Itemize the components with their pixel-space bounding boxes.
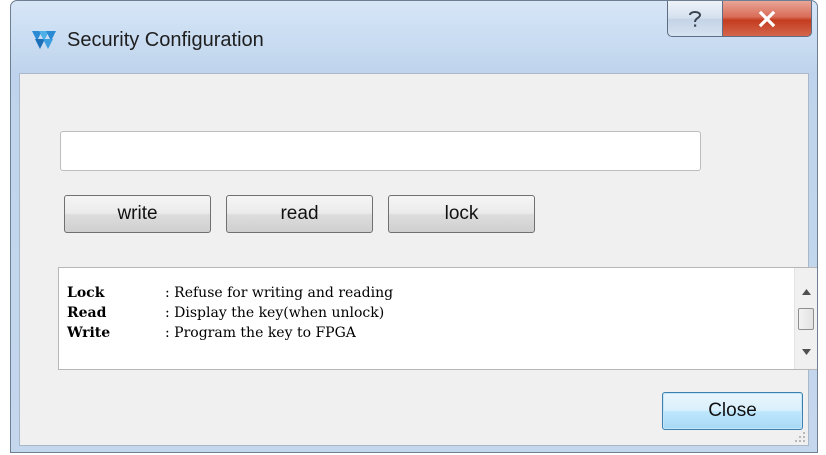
question-mark-icon: [689, 10, 702, 27]
security-configuration-window: Security Configuration write read lock L…: [10, 0, 818, 453]
window-title: Security Configuration: [67, 29, 264, 51]
help-line-read: Read : Display the key(when unlock): [67, 303, 393, 323]
help-button[interactable]: [667, 1, 723, 37]
help-text-area[interactable]: Lock : Refuse for writing and reading Rea…: [58, 267, 817, 370]
scroll-up-button[interactable]: [795, 282, 817, 302]
scroll-up-arrow-icon: [801, 289, 811, 295]
help-term: Write: [67, 325, 111, 341]
help-desc: : Refuse for writing and reading: [165, 285, 394, 301]
help-term: Lock: [67, 285, 105, 301]
vertical-scrollbar[interactable]: [794, 268, 817, 369]
key-input[interactable]: [60, 131, 701, 171]
help-line-write: Write : Program the key to FPGA: [67, 323, 393, 343]
scroll-thumb[interactable]: [798, 308, 814, 330]
lock-button[interactable]: lock: [388, 195, 535, 233]
close-button[interactable]: Close: [662, 392, 803, 430]
help-term: Read: [67, 305, 107, 321]
gowin-logo-icon: [32, 31, 56, 49]
scroll-down-button[interactable]: [795, 342, 817, 362]
close-icon: [758, 10, 776, 27]
dialog-body: write read lock Lock : Refuse for writing…: [19, 73, 817, 446]
help-lines: Lock : Refuse for writing and reading Rea…: [67, 283, 393, 343]
title-bar[interactable]: Security Configuration: [11, 1, 817, 71]
window-close-button[interactable]: [722, 1, 812, 37]
scroll-down-arrow-icon: [801, 349, 811, 355]
read-button[interactable]: read: [226, 195, 373, 233]
resize-grip-icon[interactable]: [794, 431, 806, 443]
write-button[interactable]: write: [64, 195, 211, 233]
help-line-lock: Lock : Refuse for writing and reading: [67, 283, 393, 303]
help-desc: : Program the key to FPGA: [165, 325, 356, 341]
help-desc: : Display the key(when unlock): [165, 305, 385, 321]
